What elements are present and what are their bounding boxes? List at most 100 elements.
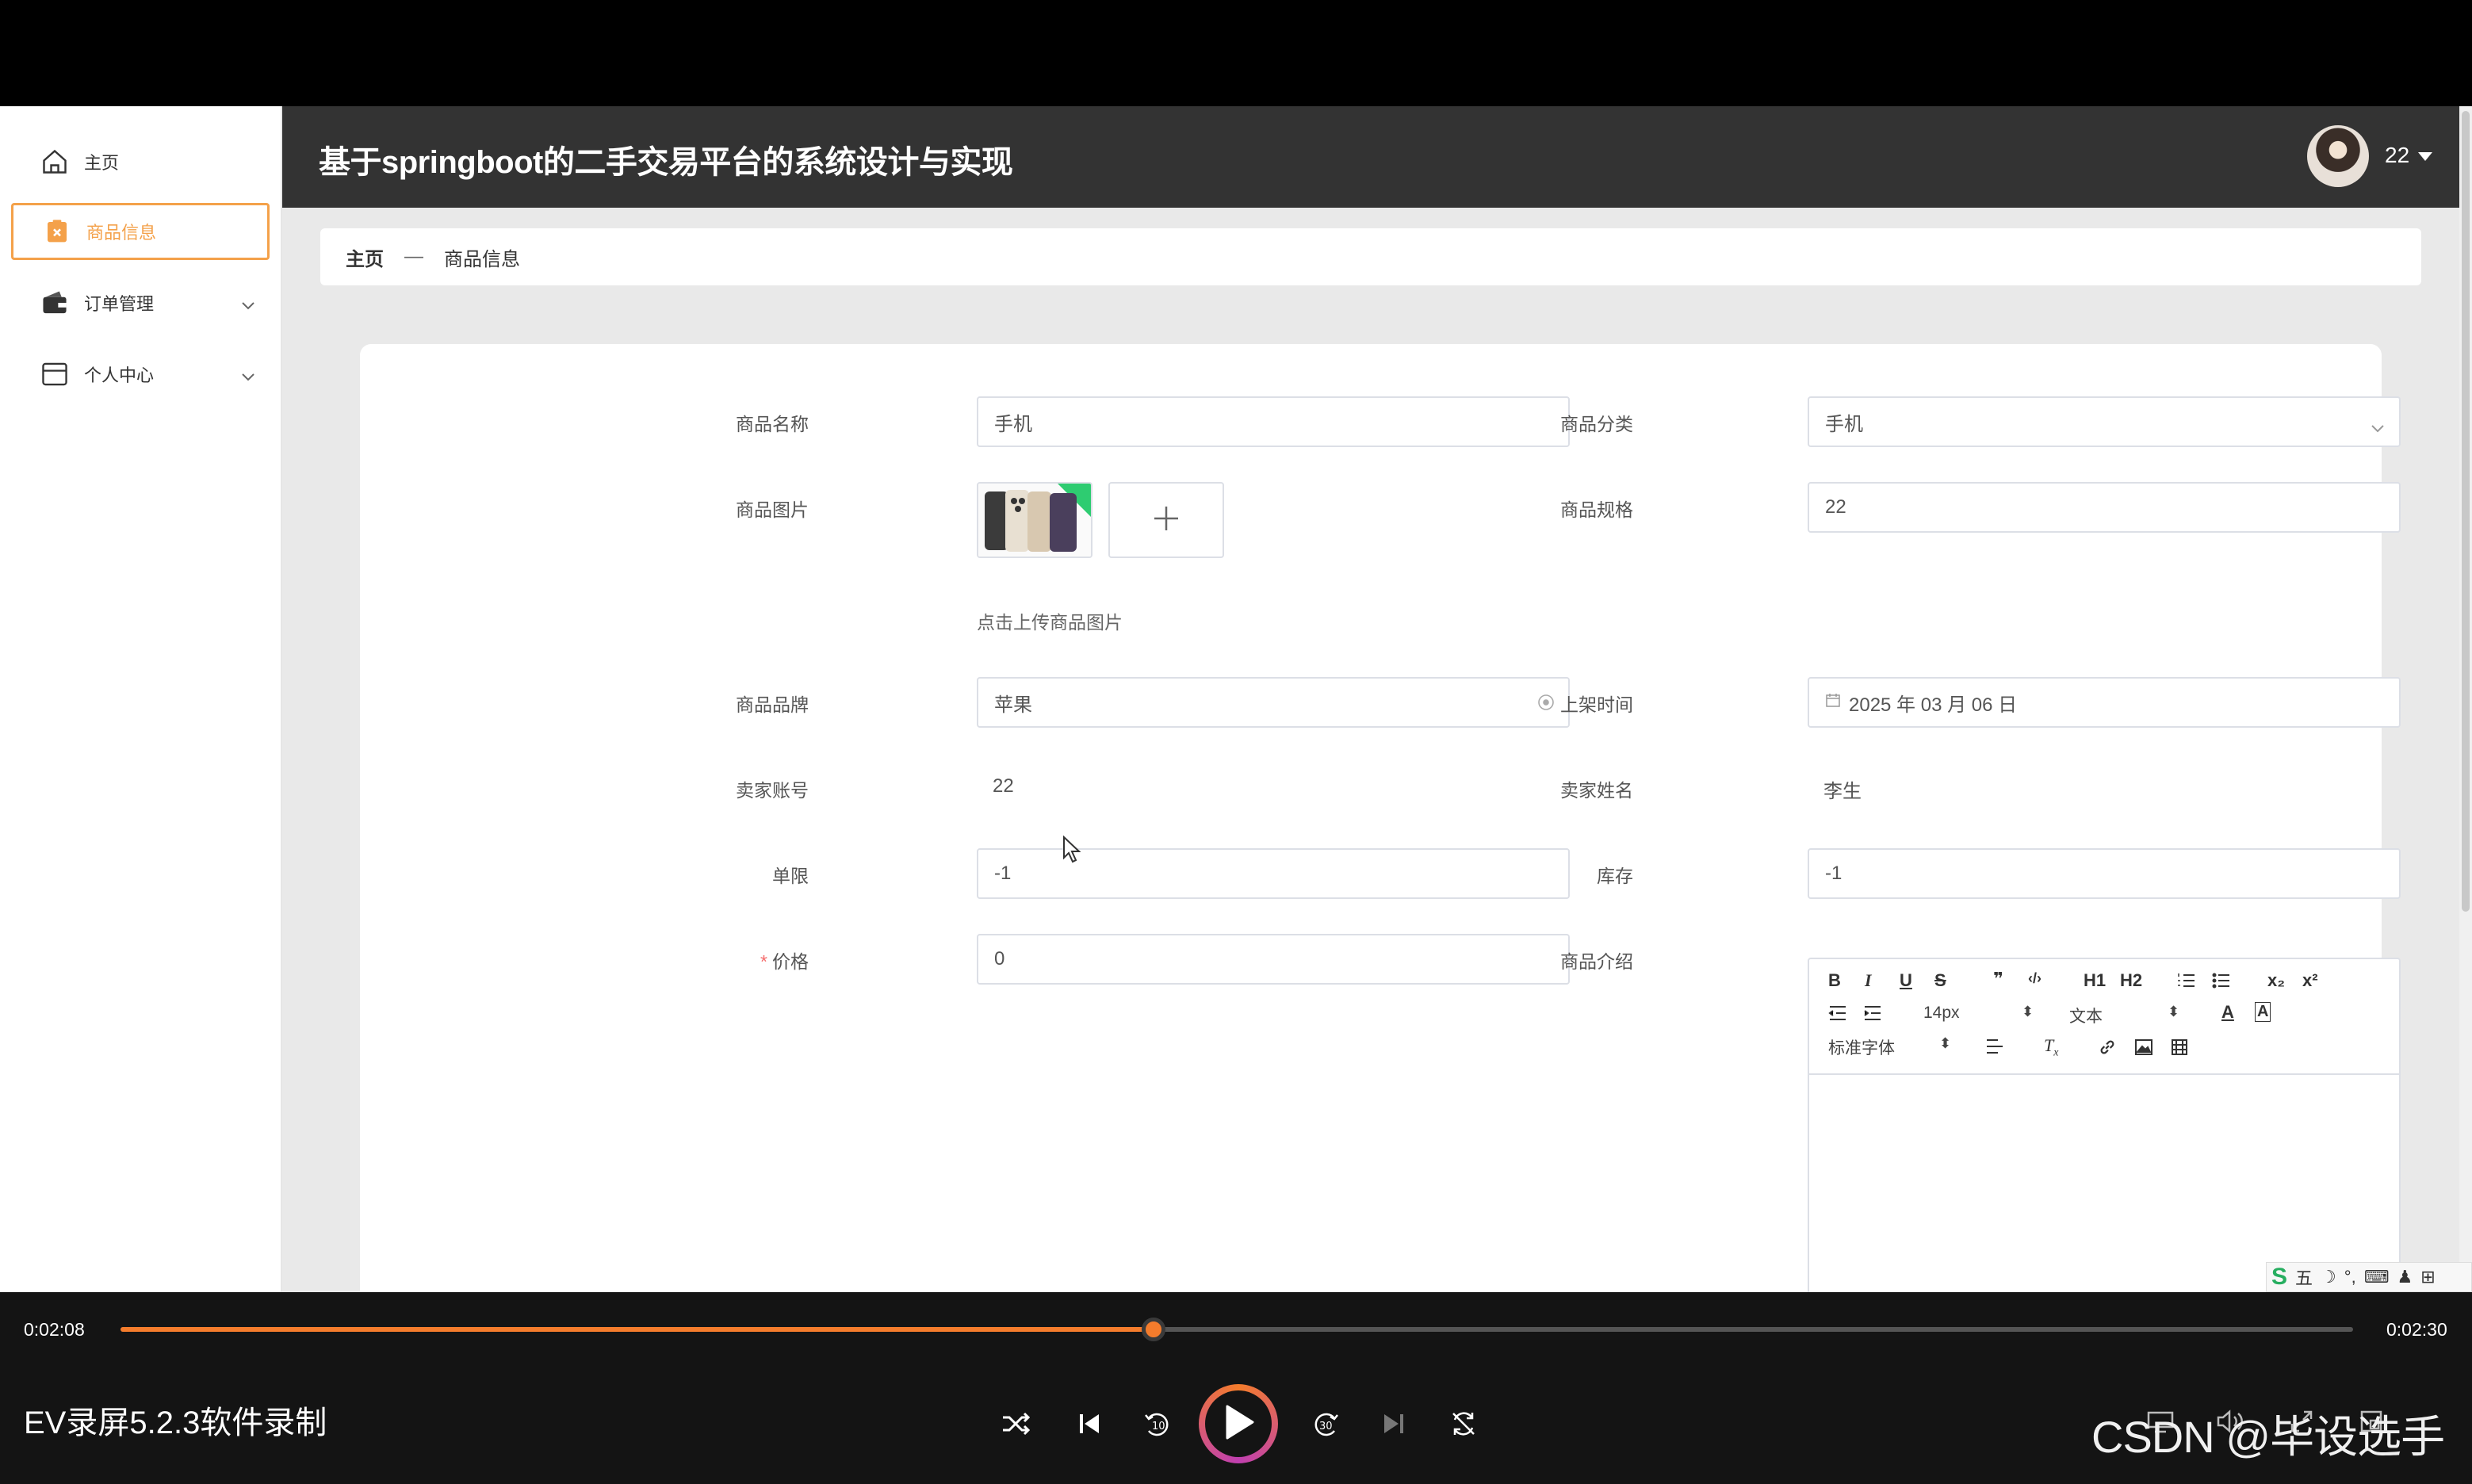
- rich-text-editor[interactable]: B I U S ❞ ‹/› H1 H2 x₂ x² 14px ⬍ 文本 ⬍ A …: [1808, 958, 2401, 1292]
- bullet-list-icon[interactable]: [2212, 972, 2231, 993]
- goods-form-card: 商品名称 手机 商品分类 手机 商品图片 点击上传商品图片 商品规格 22 商品…: [360, 344, 2401, 1292]
- ordered-list-icon[interactable]: [2177, 972, 2196, 993]
- progress-knob[interactable]: [1142, 1318, 1165, 1341]
- skip-previous-icon: [1077, 1411, 1102, 1440]
- blockquote-button[interactable]: ❞: [1993, 969, 2003, 989]
- code-button[interactable]: ‹/›: [2028, 970, 2042, 987]
- font-size-select[interactable]: 14px: [1923, 1004, 1960, 1023]
- background-color-icon[interactable]: A: [2255, 1002, 2271, 1022]
- link-icon[interactable]: [2098, 1038, 2117, 1060]
- stock-input[interactable]: -1: [1808, 848, 2401, 899]
- image-insert-icon[interactable]: [2134, 1038, 2153, 1060]
- h2-button[interactable]: H2: [2120, 970, 2142, 991]
- sidebar: 主页 商品信息 订单管理 个人中心: [0, 106, 282, 1292]
- breadcrumb-home[interactable]: 主页: [346, 243, 384, 271]
- ime-toolbar[interactable]: S 五 ☽ °, ⌨ ♟ ⊞: [2266, 1262, 2472, 1292]
- category-label: 商品分类: [1560, 414, 1633, 434]
- price-label-wrap: * 价格: [682, 947, 809, 973]
- brand-label: 商品品牌: [736, 694, 809, 715]
- indent-icon[interactable]: [1863, 1005, 1882, 1025]
- price-input[interactable]: 0: [977, 934, 1570, 985]
- breadcrumb: 主页 — 商品信息: [320, 228, 2421, 285]
- shelf-time-picker[interactable]: 2025 年 03 月 06 日: [1808, 677, 2401, 728]
- video-player-bar: 0:02:08 0:02:30 EV录屏5.2.3软件录制 10 30 CSDN…: [0, 1292, 2472, 1484]
- grid-icon[interactable]: ⊞: [2420, 1267, 2435, 1287]
- stock-label: 库存: [1597, 866, 1633, 886]
- sidebar-item-orders[interactable]: 订单管理: [11, 274, 270, 331]
- name-input[interactable]: 手机: [977, 396, 1570, 447]
- punctuation-icon[interactable]: °,: [2344, 1267, 2356, 1287]
- font-color-icon[interactable]: A: [2221, 1002, 2234, 1023]
- forward-30-button[interactable]: 30: [1303, 1403, 1348, 1448]
- goods-icon: [42, 216, 72, 247]
- image-label: 商品图片: [736, 499, 809, 520]
- seller-account-label: 卖家账号: [736, 780, 809, 801]
- forward-30-icon: 30: [1311, 1409, 1341, 1443]
- shelf-time-value: 2025 年 03 月 06 日: [1849, 694, 2018, 716]
- previous-button[interactable]: [1067, 1403, 1112, 1448]
- progress-track[interactable]: [121, 1318, 2353, 1341]
- align-icon[interactable]: [1985, 1038, 2004, 1058]
- username[interactable]: 22: [2385, 143, 2409, 168]
- progress-fill: [121, 1327, 1154, 1332]
- loop-off-icon: [1448, 1409, 1479, 1443]
- moon-icon[interactable]: ☽: [2321, 1267, 2336, 1287]
- category-select[interactable]: 手机: [1808, 396, 2401, 447]
- sidebar-item-goods[interactable]: 商品信息: [11, 203, 270, 260]
- caret-down-icon[interactable]: [2418, 152, 2432, 161]
- rewind-10-icon: 10: [1142, 1409, 1173, 1443]
- play-button[interactable]: [1199, 1384, 1278, 1463]
- spec-label: 商品规格: [1560, 499, 1633, 520]
- user-icon[interactable]: ♟: [2397, 1267, 2413, 1287]
- h1-button[interactable]: H1: [2084, 970, 2106, 991]
- spec-input[interactable]: 22: [1808, 482, 2401, 533]
- chevron-down-icon: [241, 366, 255, 387]
- category-value: 手机: [1825, 413, 1863, 435]
- brand-value: 苹果: [994, 694, 1032, 716]
- sidebar-item-home[interactable]: 主页: [11, 133, 270, 190]
- play-icon: [1223, 1405, 1254, 1444]
- select-arrows-icon: ⬍: [2168, 1004, 2180, 1019]
- keyboard-icon[interactable]: ⌨: [2364, 1267, 2390, 1287]
- superscript-button[interactable]: x²: [2302, 970, 2318, 991]
- shuffle-button[interactable]: [994, 1403, 1039, 1448]
- intro-label: 商品介绍: [1560, 951, 1633, 972]
- outdent-icon[interactable]: [1828, 1005, 1847, 1025]
- watermark-text: CSDN @毕设选手: [2091, 1412, 2445, 1462]
- select-arrows-icon: ⬍: [2022, 1004, 2034, 1019]
- goods-image-thumbnail[interactable]: [977, 482, 1093, 558]
- subscript-button[interactable]: x₂: [2267, 970, 2285, 991]
- seller-name-label: 卖家姓名: [1560, 780, 1633, 801]
- page-scrollbar[interactable]: [2459, 106, 2472, 1292]
- seller-account-value: 22: [993, 775, 1014, 797]
- skip-next-icon: [1381, 1411, 1406, 1440]
- svg-text:30: 30: [1319, 1421, 1333, 1432]
- sidebar-item-profile[interactable]: 个人中心: [11, 346, 270, 403]
- clear-format-icon[interactable]: Tx: [2044, 1035, 2058, 1059]
- video-insert-icon[interactable]: [2171, 1038, 2188, 1060]
- app-title: 基于springboot的二手交易平台的系统设计与实现: [319, 145, 1013, 180]
- breadcrumb-current: 商品信息: [444, 248, 520, 270]
- underline-button[interactable]: U: [1900, 970, 1912, 991]
- font-family-select[interactable]: 标准字体: [1828, 1035, 1895, 1059]
- sidebar-item-label: 个人中心: [84, 365, 155, 385]
- card-icon: [40, 359, 70, 389]
- ime-mode[interactable]: 五: [2295, 1264, 2313, 1290]
- avatar[interactable]: [2307, 125, 2369, 187]
- brand-input[interactable]: 苹果: [977, 677, 1570, 728]
- bold-button[interactable]: B: [1828, 970, 1841, 991]
- text-style-select[interactable]: 文本: [2069, 1004, 2103, 1027]
- calendar-icon: [1825, 691, 1841, 713]
- sidebar-item-label: 主页: [84, 153, 120, 173]
- select-arrows-icon: ⬍: [1939, 1035, 1952, 1051]
- rewind-10-button[interactable]: 10: [1135, 1403, 1180, 1448]
- loop-button[interactable]: [1441, 1403, 1486, 1448]
- app-window: 主页 商品信息 订单管理 个人中心 基于springboot的二手交易平台的系统…: [0, 106, 2472, 1292]
- shelf-time-label: 上架时间: [1560, 694, 1633, 715]
- editor-content-area[interactable]: [1809, 1075, 2399, 1292]
- upload-image-button[interactable]: [1108, 482, 1224, 558]
- scrollbar-thumb[interactable]: [2462, 111, 2470, 912]
- italic-button[interactable]: I: [1865, 970, 1872, 991]
- next-button[interactable]: [1372, 1403, 1416, 1448]
- strike-button[interactable]: S: [1934, 970, 1946, 991]
